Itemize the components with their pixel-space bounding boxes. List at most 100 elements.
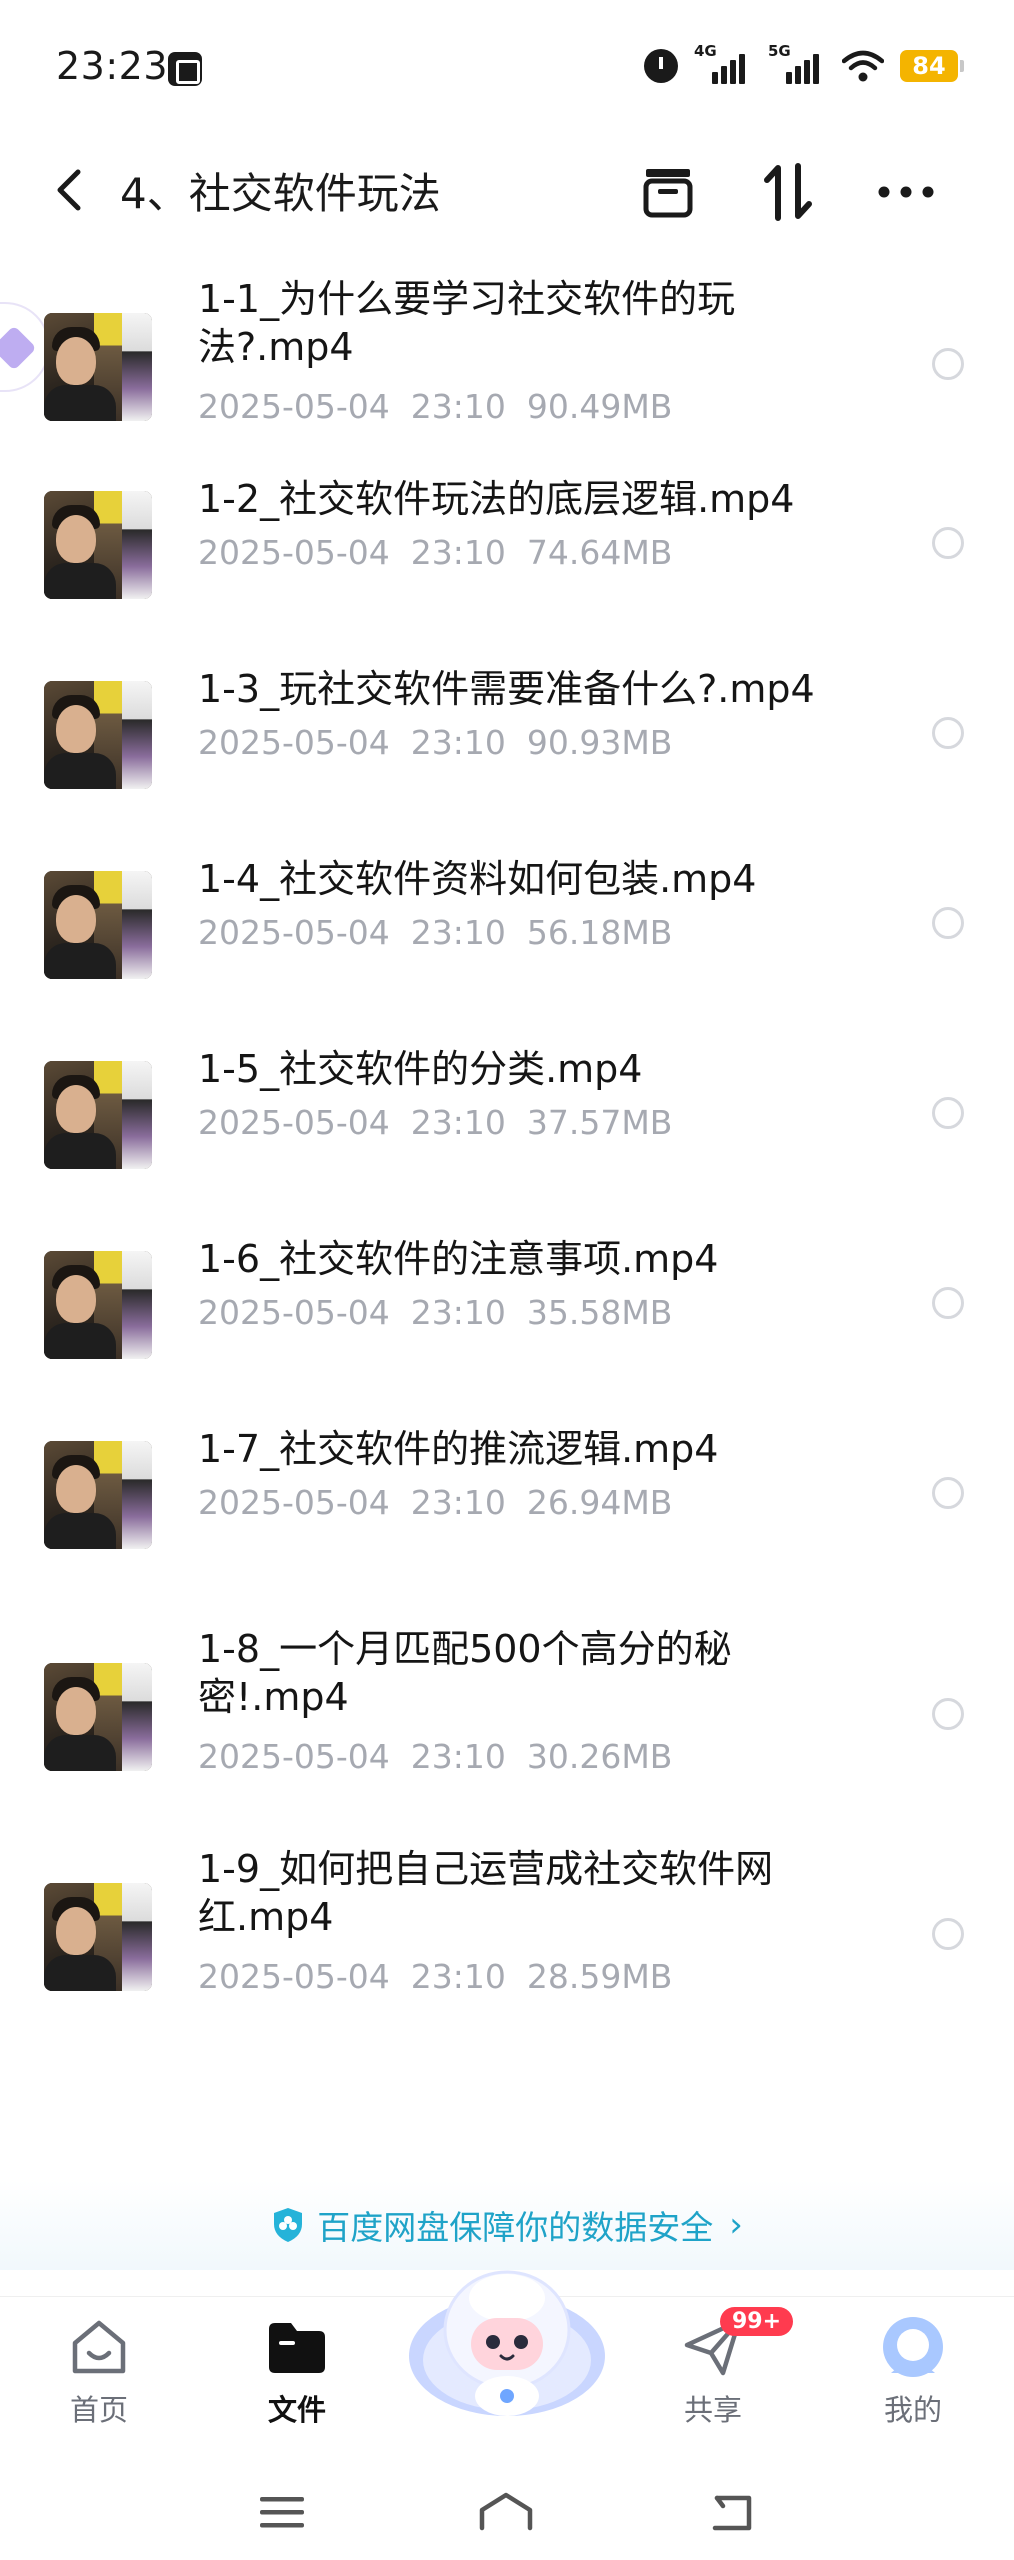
nav-profile-label: 我的: [883, 2393, 942, 2427]
status-bar: 23:23 4G 5G 84: [0, 0, 1014, 140]
file-name: 1-1_为什么要学习社交软件的玩法?.mp4: [198, 277, 736, 369]
video-thumbnail: [44, 313, 152, 421]
file-row[interactable]: 1-6_社交软件的注意事项.mp4 2025-05-04 23:10 35.58M…: [0, 1235, 1014, 1375]
file-date: 2025-05-04: [198, 1293, 390, 1332]
file-row[interactable]: 1-4_社交软件资料如何包装.mp4 2025-05-04 23:10 56.18…: [0, 855, 1014, 995]
file-meta: 2025-05-04 23:10 56.18MB: [198, 913, 672, 952]
status-time: 23:23: [56, 44, 169, 88]
select-checkbox[interactable]: [932, 1097, 964, 1129]
profile-icon: [883, 2317, 943, 2377]
select-checkbox[interactable]: [932, 1698, 964, 1730]
select-checkbox[interactable]: [932, 348, 964, 380]
file-date: 2025-05-04: [198, 1737, 390, 1776]
file-row[interactable]: 1-1_为什么要学习社交软件的玩法?.mp4 2025-05-04 23:10 9…: [0, 275, 1014, 465]
file-name: 1-4_社交软件资料如何包装.mp4: [198, 857, 757, 901]
file-time: 23:10: [410, 723, 506, 762]
menu-icon[interactable]: [252, 2484, 312, 2540]
file-row[interactable]: 1-3_玩社交软件需要准备什么?.mp4 2025-05-04 23:10 90.…: [0, 665, 1014, 805]
file-row[interactable]: 1-5_社交软件的分类.mp4 2025-05-04 23:10 37.57MB: [0, 1045, 1014, 1185]
select-checkbox[interactable]: [932, 1287, 964, 1319]
nav-profile[interactable]: 我的: [848, 2315, 978, 2429]
video-thumbnail: [44, 1251, 152, 1359]
back-icon[interactable]: [44, 162, 94, 218]
select-checkbox[interactable]: [932, 1918, 964, 1950]
nav-files[interactable]: 文件: [232, 2315, 362, 2429]
video-thumbnail: [44, 871, 152, 979]
file-meta: 2025-05-04 23:10 74.64MB: [198, 533, 672, 572]
file-size: 28.59MB: [526, 1957, 673, 1996]
chevron-right-icon: ›: [729, 2205, 743, 2245]
file-time: 23:10: [410, 533, 506, 572]
select-checkbox[interactable]: [932, 907, 964, 939]
signal-icon: 5G: [768, 42, 826, 86]
nav-home[interactable]: 首页: [34, 2315, 164, 2429]
file-size: 56.18MB: [526, 913, 673, 952]
folder-icon: [269, 2323, 325, 2373]
mascot-ai-button[interactable]: [405, 2238, 609, 2428]
status-icons: 4G 5G 84: [644, 42, 964, 86]
file-meta: 2025-05-04 23:10 35.58MB: [198, 1293, 672, 1332]
file-time: 23:10: [410, 1737, 506, 1776]
file-size: 90.93MB: [526, 723, 673, 762]
file-time: 23:10: [410, 1103, 506, 1142]
shield-icon: [274, 2208, 303, 2242]
nav-share-label: 共享: [683, 2393, 742, 2427]
video-thumbnail: [44, 1883, 152, 1991]
file-name: 1-7_社交软件的推流逻辑.mp4: [198, 1427, 719, 1471]
file-name: 1-8_一个月匹配500个高分的秘密!.mp4: [198, 1627, 732, 1719]
file-time: 23:10: [410, 1483, 506, 1522]
select-checkbox[interactable]: [932, 1477, 964, 1509]
home-outline-icon[interactable]: [476, 2484, 536, 2540]
battery-icon: 84: [900, 50, 964, 82]
file-meta: 2025-05-04 23:10 26.94MB: [198, 1483, 672, 1522]
nav-share[interactable]: 99+ 共享: [648, 2307, 794, 2429]
file-size: 90.49MB: [526, 387, 673, 426]
header: 4、社交软件玩法: [0, 140, 1014, 240]
nav-home-label: 首页: [69, 2393, 128, 2427]
file-meta: 2025-05-04 23:10 90.93MB: [198, 723, 672, 762]
network-type-2: 5G: [768, 42, 791, 60]
back-arrow-icon[interactable]: [702, 2484, 762, 2540]
alarm-icon: [644, 49, 678, 83]
file-meta: 2025-05-04 23:10 37.57MB: [198, 1103, 672, 1142]
app-icon: [168, 52, 202, 86]
select-checkbox[interactable]: [932, 527, 964, 559]
file-time: 23:10: [410, 913, 506, 952]
file-meta: 2025-05-04 23:10 30.26MB: [198, 1737, 672, 1776]
file-name: 1-5_社交软件的分类.mp4: [198, 1047, 643, 1091]
select-checkbox[interactable]: [932, 717, 964, 749]
video-thumbnail: [44, 1441, 152, 1549]
file-date: 2025-05-04: [198, 387, 390, 426]
file-size: 30.26MB: [526, 1737, 673, 1776]
file-time: 23:10: [410, 1293, 506, 1332]
file-date: 2025-05-04: [198, 723, 390, 762]
file-row[interactable]: 1-7_社交软件的推流逻辑.mp4 2025-05-04 23:10 26.94M…: [0, 1425, 1014, 1565]
home-icon: [72, 2320, 126, 2374]
nav-files-label: 文件: [267, 2393, 326, 2427]
system-nav: [0, 2460, 1014, 2560]
file-time: 23:10: [410, 387, 506, 426]
file-row[interactable]: 1-2_社交软件玩法的底层逻辑.mp4 2025-05-04 23:10 74.6…: [0, 475, 1014, 615]
file-meta: 2025-05-04 23:10 90.49MB: [198, 387, 672, 426]
more-icon[interactable]: [874, 160, 938, 224]
network-type-1: 4G: [694, 42, 717, 60]
file-date: 2025-05-04: [198, 1483, 390, 1522]
file-name: 1-2_社交软件玩法的底层逻辑.mp4: [198, 477, 795, 521]
file-date: 2025-05-04: [198, 913, 390, 952]
video-thumbnail: [44, 491, 152, 599]
file-date: 2025-05-04: [198, 1103, 390, 1142]
file-meta: 2025-05-04 23:10 28.59MB: [198, 1957, 672, 1996]
video-thumbnail: [44, 1663, 152, 1771]
file-size: 74.64MB: [526, 533, 673, 572]
file-row[interactable]: 1-9_如何把自己运营成社交软件网红.mp4 2025-05-04 23:10 2…: [0, 1845, 1014, 2035]
file-size: 26.94MB: [526, 1483, 673, 1522]
video-thumbnail: [44, 1061, 152, 1169]
page-title: 4、社交软件玩法: [120, 169, 441, 218]
sort-icon[interactable]: [756, 160, 820, 224]
file-row[interactable]: 1-8_一个月匹配500个高分的秘密!.mp4 2025-05-04 23:10 …: [0, 1625, 1014, 1815]
archive-icon[interactable]: [636, 160, 700, 224]
file-size: 37.57MB: [526, 1103, 673, 1142]
file-date: 2025-05-04: [198, 1957, 390, 1996]
file-name: 1-9_如何把自己运营成社交软件网红.mp4: [198, 1847, 774, 1939]
file-date: 2025-05-04: [198, 533, 390, 572]
